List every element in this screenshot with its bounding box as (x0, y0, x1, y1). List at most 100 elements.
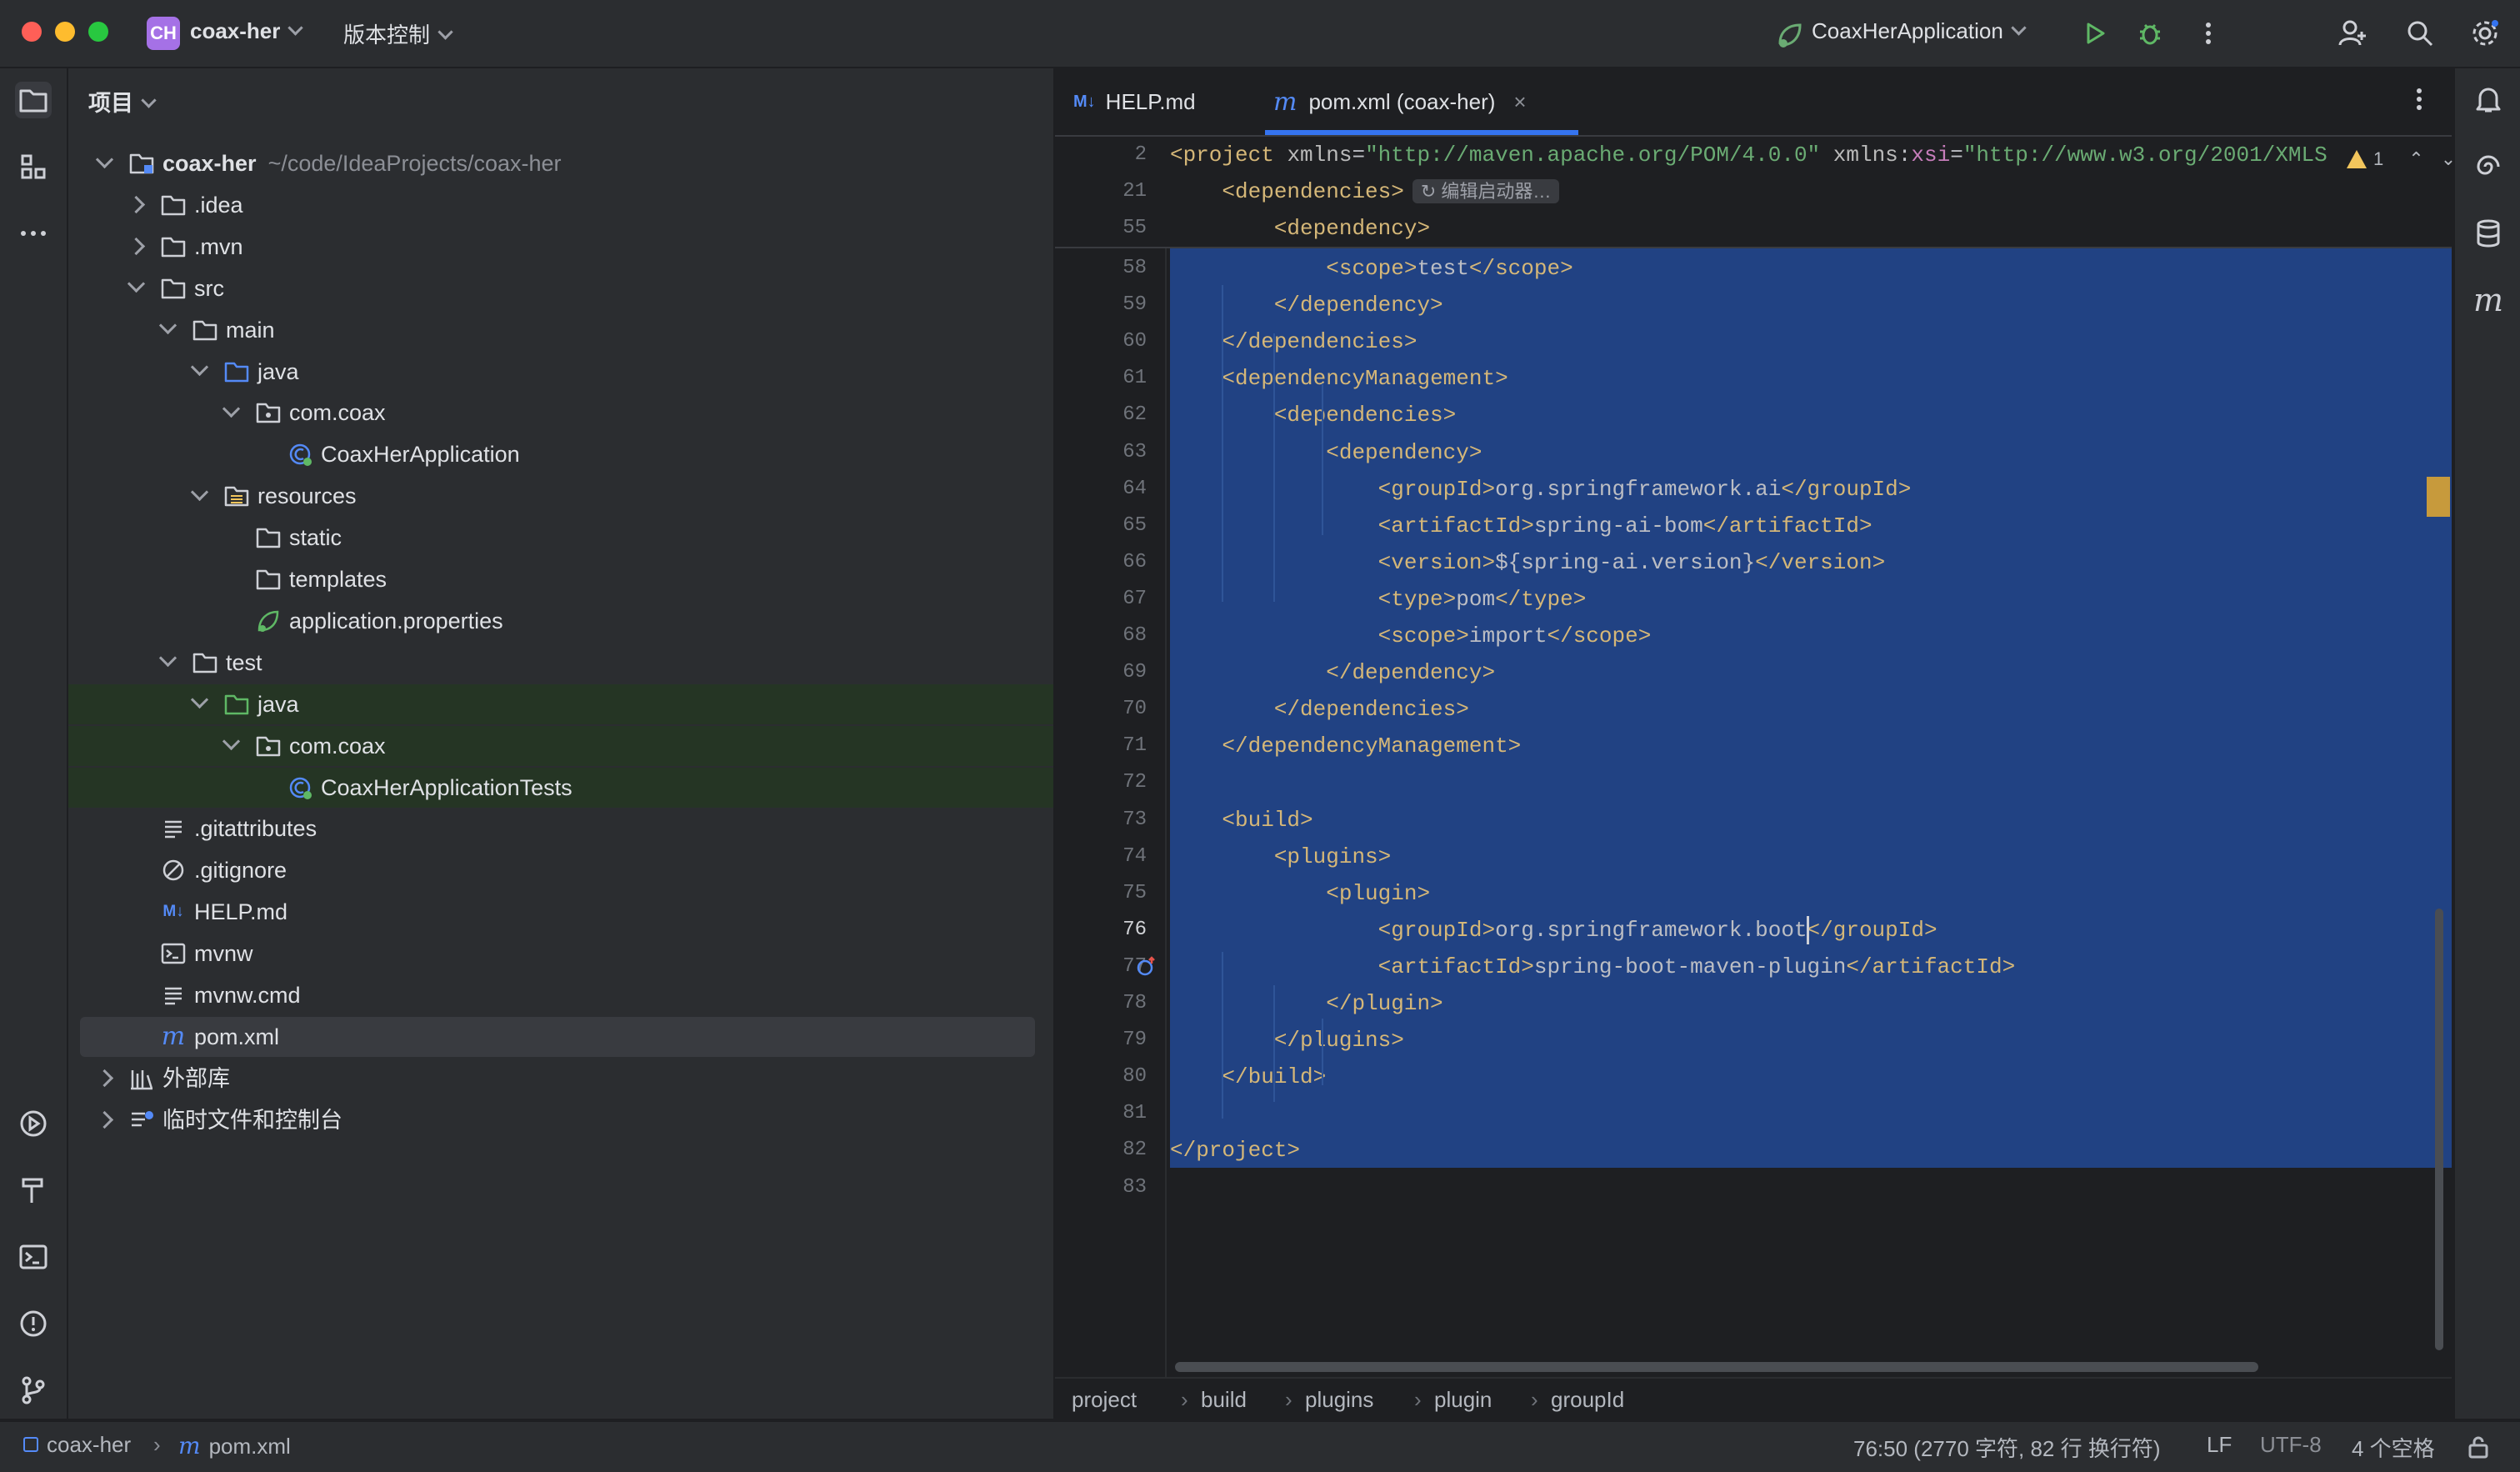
search-icon[interactable] (2403, 17, 2437, 50)
close-window-button[interactable] (22, 22, 42, 42)
build-hammer-icon[interactable] (15, 1172, 52, 1209)
previous-highlight-icon[interactable]: ⌃ (2408, 148, 2423, 170)
chevron-right-icon[interactable] (95, 1069, 114, 1088)
code-line[interactable]: <artifactId>spring-boot-maven-plugin</ar… (1170, 949, 2016, 985)
tree-file-item[interactable]: mvnw.cmd (68, 975, 1053, 1015)
tree-folder-item[interactable]: com.coax (68, 393, 1053, 433)
tree-file-item[interactable]: .gitattributes (68, 809, 1053, 849)
code-line[interactable]: </build> (1170, 1059, 1326, 1095)
tree-file-item[interactable]: M↓ HELP.md (68, 892, 1053, 932)
code-line[interactable]: <groupId>org.springframework.ai</groupId… (1170, 471, 1912, 508)
file-encoding[interactable]: UTF-8 (2260, 1432, 2322, 1458)
tree-folder-item[interactable]: resources (68, 476, 1053, 516)
add-user-icon[interactable] (2337, 17, 2370, 50)
chevron-down-icon[interactable] (222, 399, 241, 418)
tree-file-item[interactable]: static (68, 518, 1053, 558)
debug-icon[interactable] (2133, 17, 2167, 50)
edit-starters-inlay-hint[interactable]: ↻ 编辑启动器… (1412, 179, 1560, 204)
problems-icon[interactable] (15, 1305, 52, 1342)
code-line[interactable]: <artifactId>spring-ai-bom</artifactId> (1170, 508, 1872, 544)
chevron-down-icon[interactable] (158, 649, 178, 668)
run-configuration-selector[interactable]: CoaxHerApplication (1812, 18, 2027, 44)
code-line[interactable]: </plugin> (1170, 985, 1442, 1022)
project-tool-folder-icon[interactable] (15, 82, 52, 118)
vcs-menu[interactable]: 版本控制 (343, 18, 453, 49)
terminal-icon[interactable] (15, 1239, 52, 1275)
code-line[interactable]: <scope>test</scope> (1170, 250, 1572, 287)
tree-file-item[interactable]: templates (68, 559, 1053, 599)
chevron-down-icon[interactable] (95, 150, 114, 168)
tree-folder-item[interactable]: .mvn (68, 227, 1053, 267)
inspection-widget[interactable]: 1 ⌃ ⌄ (2347, 147, 2456, 172)
line-separator[interactable]: LF (2207, 1432, 2232, 1458)
code-line[interactable]: </dependencyManagement> (1170, 728, 1521, 764)
tree-folder-item[interactable]: java (68, 352, 1053, 392)
tree-file-item[interactable]: CoaxHerApplication (68, 434, 1053, 474)
chevron-down-icon[interactable] (127, 275, 146, 293)
tree-folder-item[interactable]: .idea (68, 185, 1053, 225)
tree-folder-item[interactable]: src (68, 268, 1053, 308)
status-project-crumb[interactable]: coax-her (23, 1432, 131, 1458)
tree-folder-item[interactable]: 外部库 (68, 1059, 1053, 1099)
tree-folder-item[interactable]: main (68, 310, 1053, 350)
ai-assistant-spiral-icon[interactable] (2470, 148, 2507, 185)
run-icon[interactable] (2078, 17, 2112, 50)
tree-folder-item[interactable]: 临时文件和控制台 (68, 1100, 1053, 1140)
code-line[interactable]: <build> (1170, 802, 1312, 839)
chevron-down-icon[interactable] (222, 732, 241, 751)
code-line[interactable]: <groupId>org.springframework.boot</group… (1170, 912, 1938, 949)
lock-icon[interactable] (2467, 1435, 2492, 1460)
notifications-bell-icon[interactable] (2470, 82, 2507, 118)
chevron-right-icon[interactable] (127, 196, 146, 214)
tree-folder-item[interactable]: test (68, 643, 1053, 683)
code-line[interactable]: <dependency> (1170, 434, 1482, 471)
tree-file-item[interactable]: mvnw (68, 934, 1053, 974)
code-line[interactable]: <plugin> (1170, 875, 1430, 912)
tree-folder-item[interactable]: java (68, 683, 1053, 724)
settings-gear-icon[interactable] (2468, 17, 2502, 50)
sticky-code-line[interactable]: <dependency> (1170, 210, 1430, 247)
breadcrumb-item[interactable]: project (1072, 1387, 1137, 1413)
tree-folder-item[interactable]: com.coax (68, 725, 1053, 766)
maven-tool-icon[interactable]: m (2470, 282, 2507, 318)
code-line[interactable]: <type>pom</type> (1170, 581, 1587, 618)
vertical-scrollbar[interactable] (2435, 909, 2443, 1350)
code-line[interactable]: </dependency> (1170, 654, 1495, 691)
code-line[interactable]: <dependencies> (1170, 397, 1456, 433)
git-branch-icon[interactable] (15, 1372, 52, 1409)
chevron-down-icon[interactable] (190, 358, 209, 377)
warning-stripe-marker[interactable] (2427, 477, 2450, 517)
project-switcher[interactable]: coax-her (190, 18, 304, 44)
tree-file-item[interactable]: m pom.xml (80, 1016, 1035, 1057)
structure-icon[interactable] (15, 148, 52, 185)
code-line[interactable]: </dependency> (1170, 287, 1443, 323)
chevron-down-icon[interactable] (190, 691, 209, 709)
database-icon[interactable] (2470, 215, 2507, 252)
breadcrumb-item[interactable]: plugin (1434, 1387, 1492, 1413)
horizontal-scrollbar[interactable] (1175, 1362, 2258, 1372)
code-line[interactable]: </plugins> (1170, 1022, 1404, 1059)
code-line[interactable]: </dependencies> (1170, 691, 1469, 728)
project-panel-header[interactable]: 项目 (88, 85, 157, 118)
more-tool-windows-icon[interactable] (15, 215, 52, 252)
tree-file-item[interactable]: CoaxHerApplicationTests (68, 767, 1053, 808)
indent-setting[interactable]: 4 个空格 (2352, 1432, 2435, 1463)
sticky-lines-header[interactable]: 2 <project xmlns="http://maven.apache.org… (1055, 137, 2452, 248)
tree-folder-item[interactable]: coax-her ~/code/IdeaProjects/coax-her (68, 143, 1053, 183)
code-line[interactable]: </project> (1170, 1132, 1300, 1169)
code-line[interactable]: <scope>import</scope> (1170, 618, 1652, 654)
breadcrumb-item[interactable]: groupId (1551, 1387, 1624, 1413)
caret-position[interactable]: 76:50 (2770 字符, 82 行 换行符) (1853, 1432, 2160, 1463)
code-line[interactable]: <dependencyManagement> (1170, 360, 1508, 397)
chevron-right-icon[interactable] (95, 1111, 114, 1129)
services-run-icon[interactable] (15, 1105, 52, 1142)
code-editor[interactable]: <scope>test</scope> </dependency> </depe… (1055, 68, 2452, 1369)
minimize-window-button[interactable] (55, 22, 75, 42)
code-line[interactable]: </dependencies> (1170, 323, 1417, 360)
code-line[interactable]: <plugins> (1170, 839, 1391, 875)
sticky-code-line[interactable]: <dependencies> ↻ 编辑启动器… (1170, 173, 1560, 210)
chevron-right-icon[interactable] (127, 238, 146, 256)
more-actions-icon[interactable] (2192, 17, 2225, 50)
chevron-down-icon[interactable] (190, 483, 209, 501)
status-file-crumb[interactable]: m pom.xml (178, 1432, 291, 1459)
